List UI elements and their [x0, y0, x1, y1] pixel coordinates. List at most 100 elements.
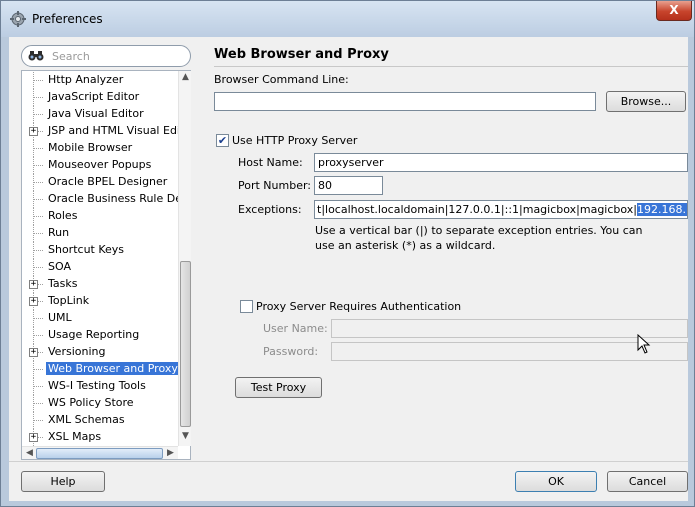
- tree-item[interactable]: JavaScript Editor: [22, 89, 178, 106]
- tree-item[interactable]: Oracle BPEL Designer: [22, 174, 178, 191]
- tree-item[interactable]: Shortcut Keys: [22, 242, 178, 259]
- tree-item[interactable]: Web Browser and Proxy: [22, 361, 178, 378]
- tree-item-label: JavaScript Editor: [48, 90, 140, 103]
- tree-item-label: Versioning: [48, 345, 106, 358]
- title-bar[interactable]: Preferences X: [1, 1, 694, 37]
- tree-item[interactable]: Roles: [22, 208, 178, 225]
- tree-item-label: Mouseover Popups: [48, 158, 152, 171]
- tree-horizontal-scrollbar[interactable]: ◀ ▶: [22, 446, 178, 459]
- tree-connector-line: [34, 80, 43, 81]
- tree-connector-line: [34, 369, 43, 370]
- tree-item[interactable]: + XSL Maps: [22, 429, 178, 446]
- use-proxy-label[interactable]: Use HTTP Proxy Server: [232, 134, 357, 147]
- close-button[interactable]: X: [656, 1, 692, 21]
- scroll-thumb-horizontal[interactable]: [36, 448, 163, 459]
- use-proxy-checkbox[interactable]: ✔: [216, 134, 229, 147]
- port-number-label: Port Number:: [238, 179, 312, 192]
- browse-button[interactable]: Browse...: [606, 91, 686, 112]
- tree-item-label: Run: [48, 226, 70, 239]
- tree-connector-line: [34, 216, 43, 217]
- tree-item-label: Web Browser and Proxy: [46, 362, 178, 375]
- tree-item[interactable]: + Versioning: [22, 344, 178, 361]
- tree-item-label: XSL Maps: [48, 430, 102, 443]
- scroll-up-icon[interactable]: ▲: [180, 72, 191, 85]
- tree-connector-line: [34, 403, 43, 404]
- tree-item-label: Java Visual Editor: [48, 107, 144, 120]
- search-input[interactable]: [52, 49, 182, 64]
- expand-icon[interactable]: +: [29, 297, 38, 306]
- host-name-field[interactable]: proxyserver: [314, 153, 688, 172]
- scroll-down-icon[interactable]: ▼: [180, 431, 191, 444]
- tree-item[interactable]: Usage Reporting: [22, 327, 178, 344]
- tree-item[interactable]: + JSP and HTML Visual Editor: [22, 123, 178, 140]
- tree-vertical-scrollbar[interactable]: ▲ ▼: [178, 71, 191, 446]
- cancel-button[interactable]: Cancel: [607, 471, 688, 492]
- tree-connector-line: [34, 148, 43, 149]
- tree-connector-line: [34, 267, 43, 268]
- tree-item-label: WS-I Testing Tools: [48, 379, 146, 392]
- tree-item-label: JSP and HTML Visual Editor: [48, 124, 178, 137]
- expand-icon[interactable]: +: [29, 433, 38, 442]
- tree-item[interactable]: Http Analyzer: [22, 72, 178, 89]
- expand-icon[interactable]: +: [29, 127, 38, 136]
- tree-connector-line: [34, 165, 43, 166]
- tree-connector-line: [34, 386, 43, 387]
- footer-divider: [9, 461, 688, 462]
- tree-item-label: Shortcut Keys: [48, 243, 125, 256]
- user-name-label: User Name:: [263, 322, 328, 335]
- user-name-field[interactable]: [331, 319, 688, 338]
- exceptions-text: t|localhost.localdomain|127.0.0.1|::1|ma…: [317, 203, 637, 216]
- tree-item-label: Roles: [48, 209, 78, 222]
- password-field[interactable]: [331, 342, 688, 361]
- title-divider: [214, 66, 688, 67]
- tree-item[interactable]: XML Schemas: [22, 412, 178, 429]
- tree-list: Http Analyzer JavaScript Editor Java Visua…: [22, 71, 178, 446]
- tree-item[interactable]: Java Visual Editor: [22, 106, 178, 123]
- tree-connector-line: [34, 420, 43, 421]
- tree-item[interactable]: Oracle Business Rule Design: [22, 191, 178, 208]
- proxy-auth-label[interactable]: Proxy Server Requires Authentication: [256, 300, 461, 313]
- tree-connector-line: [34, 335, 43, 336]
- tree-item-label: Tasks: [48, 277, 78, 290]
- exceptions-field[interactable]: t|localhost.localdomain|127.0.0.1|::1|ma…: [314, 200, 688, 219]
- tree-item-label: XML Schemas: [48, 413, 125, 426]
- scroll-left-icon[interactable]: ◀: [23, 447, 36, 460]
- tree-item[interactable]: SOA: [22, 259, 178, 276]
- host-name-label: Host Name:: [238, 156, 303, 169]
- tree-connector-line: [34, 97, 43, 98]
- tree-connector-line: [34, 114, 43, 115]
- exceptions-selected-text: 192.168.142.128: [637, 203, 687, 216]
- search-box[interactable]: [21, 45, 191, 67]
- binoculars-icon: [28, 51, 44, 61]
- help-button[interactable]: Help: [21, 471, 105, 492]
- tree-item-label: UML: [48, 311, 72, 324]
- tree-item[interactable]: WS Policy Store: [22, 395, 178, 412]
- tree-item[interactable]: Mobile Browser: [22, 140, 178, 157]
- tree-item[interactable]: + TopLink: [22, 293, 178, 310]
- mouse-cursor-icon: [637, 334, 651, 354]
- test-proxy-button[interactable]: Test Proxy: [235, 377, 322, 398]
- tree-connector-line: [34, 182, 43, 183]
- tree-item[interactable]: + Tasks: [22, 276, 178, 293]
- tree-item[interactable]: WS-I Testing Tools: [22, 378, 178, 395]
- tree-item[interactable]: UML: [22, 310, 178, 327]
- proxy-auth-checkbox[interactable]: [240, 300, 253, 313]
- tree-connector-line: [34, 233, 43, 234]
- scroll-right-icon[interactable]: ▶: [164, 447, 177, 460]
- tree-item[interactable]: Run: [22, 225, 178, 242]
- ok-button[interactable]: OK: [515, 471, 597, 492]
- gear-icon: [10, 11, 26, 27]
- expand-icon[interactable]: +: [29, 348, 38, 357]
- window-title: Preferences: [32, 12, 103, 26]
- port-number-field[interactable]: 80: [314, 176, 383, 195]
- browser-command-line-label: Browser Command Line:: [214, 73, 349, 86]
- expand-icon[interactable]: +: [29, 280, 38, 289]
- scroll-thumb[interactable]: [180, 261, 191, 427]
- preferences-tree: Http Analyzer JavaScript Editor Java Visua…: [21, 70, 191, 460]
- tree-item-label: Mobile Browser: [48, 141, 133, 154]
- tree-item-label: TopLink: [48, 294, 90, 307]
- tree-item[interactable]: Mouseover Popups: [22, 157, 178, 174]
- browser-command-line-field[interactable]: [214, 92, 596, 111]
- tree-connector-line: [34, 199, 43, 200]
- preferences-window: Preferences X Http Analyzer JavaScript Ed…: [0, 0, 695, 507]
